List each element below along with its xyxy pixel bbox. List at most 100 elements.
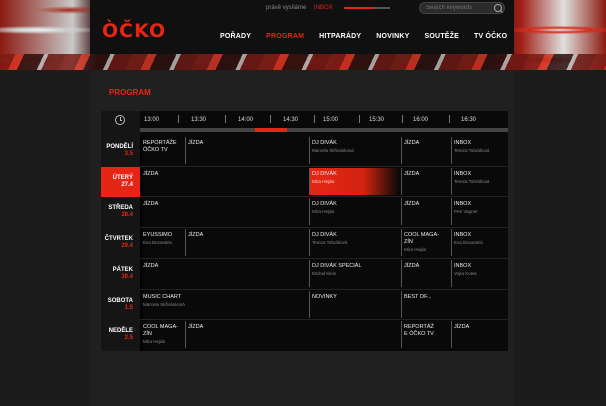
time-separator <box>359 115 360 123</box>
program-cell[interactable]: REPORTÁŽE ÓČKO TV <box>141 137 183 164</box>
time-label: 16:00 <box>413 117 429 123</box>
program-cell[interactable]: DJ DIVÁK Marcela Skřivánková <box>309 137 399 164</box>
time-separator <box>225 115 226 123</box>
program-cell[interactable]: JÍZDA <box>185 229 308 257</box>
program-cell[interactable]: DJ DIVÁK Míra Hejda <box>309 198 399 226</box>
program-cell[interactable]: DJ DIVÁK Míra Hejda <box>309 167 399 195</box>
program-cell[interactable]: INBOX Eva Decastelo <box>451 229 508 257</box>
nav-tv-ocko[interactable]: TV ÓČKO <box>474 33 507 40</box>
day-name: PONDĚLÍ <box>106 144 133 150</box>
program-title: INBOX <box>454 170 472 177</box>
program-cell[interactable]: JÍZDA <box>141 260 308 287</box>
program-host: Míra Hejda <box>404 247 427 253</box>
program-cell[interactable]: DJ DIVÁK Tereza Tobrášová <box>309 229 399 257</box>
search-icon[interactable] <box>494 4 502 12</box>
program-host: Marcela Skřivánková <box>143 301 185 307</box>
program-cell[interactable]: JÍZDA <box>141 168 308 195</box>
program-title: JÍZDA <box>404 262 420 269</box>
program-cell[interactable]: REPORTÁŽ E ÓČKO TV <box>401 321 447 349</box>
page-title: PROGRAM <box>109 88 151 97</box>
nav-novinky[interactable]: NOVINKY <box>376 33 409 40</box>
program-title: JÍZDA <box>188 140 204 146</box>
now-playing-progress <box>344 7 374 9</box>
day-tab[interactable]: STŘEDA 28.4 <box>101 197 140 227</box>
now-playing: právě vysíláme INBOX <box>266 5 333 11</box>
program-title: DJ DIVÁK <box>312 170 337 177</box>
row-divider <box>140 196 508 198</box>
program-title: DJ DIVÁK <box>312 140 337 146</box>
day-name: NEDĚLE <box>108 328 133 335</box>
program-title: MUSIC CHART <box>143 293 182 300</box>
program-cell[interactable]: JÍZDA <box>141 198 308 225</box>
program-title: REPORTÁŽ E ÓČKO TV <box>404 324 434 338</box>
program-cell[interactable]: BEST OF... <box>401 290 495 318</box>
time-separator <box>314 115 315 123</box>
program-cell[interactable]: JÍZDA <box>401 137 447 164</box>
day-name: STŘEDA <box>108 205 133 212</box>
program-title: INBOX <box>454 201 472 208</box>
day-name: ČTVRTEK <box>104 236 133 243</box>
program-cell[interactable]: DJ DIVÁK SPECIÁL Michal Klein <box>309 259 399 287</box>
now-playing-progress-rest <box>374 7 390 9</box>
program-cell[interactable]: JÍZDA <box>401 259 447 287</box>
program-title: DJ DIVÁK <box>312 201 337 208</box>
program-title: BEST OF... <box>404 293 432 300</box>
program-title: JÍZDA <box>143 170 159 177</box>
program-cell[interactable]: JÍZDA <box>401 198 447 226</box>
program-title: DJ DIVÁK <box>312 232 337 239</box>
row-divider <box>140 257 508 259</box>
day-tab[interactable]: ČTVRTEK 29.4 <box>101 228 140 258</box>
day-tab[interactable]: PÁTEK 30.4 <box>101 259 140 289</box>
now-playing-show[interactable]: INBOX <box>314 5 333 11</box>
program-cell[interactable]: COOL MAGA- ZÍN Míra Hejda <box>401 229 447 257</box>
program-cell[interactable]: JÍZDA <box>185 137 308 164</box>
program-cell[interactable]: JÍZDA <box>401 167 447 195</box>
program-title: INBOX <box>454 140 472 146</box>
day-tab[interactable]: PONDĚLÍ 3.5 <box>101 136 140 166</box>
program-cell[interactable]: MUSIC CHART Marcela Skřivánková <box>141 291 308 318</box>
program-title: DJ DIVÁK SPECIÁL <box>312 262 362 269</box>
timeline-now-marker <box>255 128 287 132</box>
program-cell[interactable]: INBOX Petr Vagner <box>451 198 508 226</box>
program-title: JÍZDA <box>188 324 204 331</box>
day-tab[interactable]: SOBOTA 1.5 <box>101 290 140 320</box>
nav-porady[interactable]: POŘADY <box>220 33 251 40</box>
program-title: NOVINKY <box>312 293 337 300</box>
program-host: Eva Decastelo <box>143 240 173 246</box>
program-cell[interactable]: INBOX Tereza Tobrášová <box>451 137 508 164</box>
day-date: 29.4 <box>121 243 133 250</box>
day-tab[interactable]: ÚTERÝ 27.4 <box>101 166 140 197</box>
header-artwork-strip <box>0 54 606 70</box>
program-cell[interactable]: INBOX Tereza Tobrášová <box>451 167 508 195</box>
program-cell[interactable]: NOVINKY <box>309 290 399 318</box>
nav-hitparady[interactable]: HITPARÁDY <box>319 33 361 40</box>
day-name: SOBOTA <box>107 297 133 304</box>
nav-program[interactable]: PROGRAM <box>266 33 304 40</box>
day-date: 2.5 <box>124 335 133 342</box>
day-column: PONDĚLÍ 3.5 ÚTERÝ 27.4 STŘEDA 28.4 ČTVRTEK 29.4… <box>101 111 140 351</box>
nav-souteze[interactable]: SOUTĚŽE <box>425 33 459 40</box>
program-cell[interactable]: COOL MAGA- ZÍN Míra Hejda <box>141 321 183 348</box>
day-date: 30.4 <box>121 273 133 280</box>
program-title: JÍZDA <box>404 170 420 177</box>
program-title: REPORTÁŽE ÓČKO TV <box>143 140 177 153</box>
program-host: Tereza Tobrášová <box>454 148 490 153</box>
program-cell[interactable]: JÍZDA <box>185 321 399 349</box>
program-cell[interactable]: EYUSSIMO Eva Decastelo <box>141 229 183 256</box>
program-title: JÍZDA <box>454 324 470 331</box>
program-host: Michal Klein <box>312 270 337 276</box>
time-label: 15:00 <box>323 117 339 123</box>
search-input[interactable] <box>419 2 505 14</box>
program-host: Tereza Tobrášová <box>454 178 490 184</box>
program-cell[interactable]: INBOX Vojta Kotek <box>451 259 508 287</box>
program-title: INBOX <box>454 262 472 269</box>
program-cell[interactable]: JÍZDA <box>451 321 508 349</box>
time-label: 14:30 <box>283 117 299 123</box>
day-tab[interactable]: NEDĚLE 2.5 <box>101 320 140 350</box>
clock-icon <box>115 115 125 125</box>
program-title: JÍZDA <box>404 201 420 208</box>
program-title: JÍZDA <box>188 232 204 239</box>
day-date: 3.5 <box>124 151 133 157</box>
row-divider <box>140 227 508 229</box>
site-logo[interactable]: ÒČKO <box>102 20 166 42</box>
